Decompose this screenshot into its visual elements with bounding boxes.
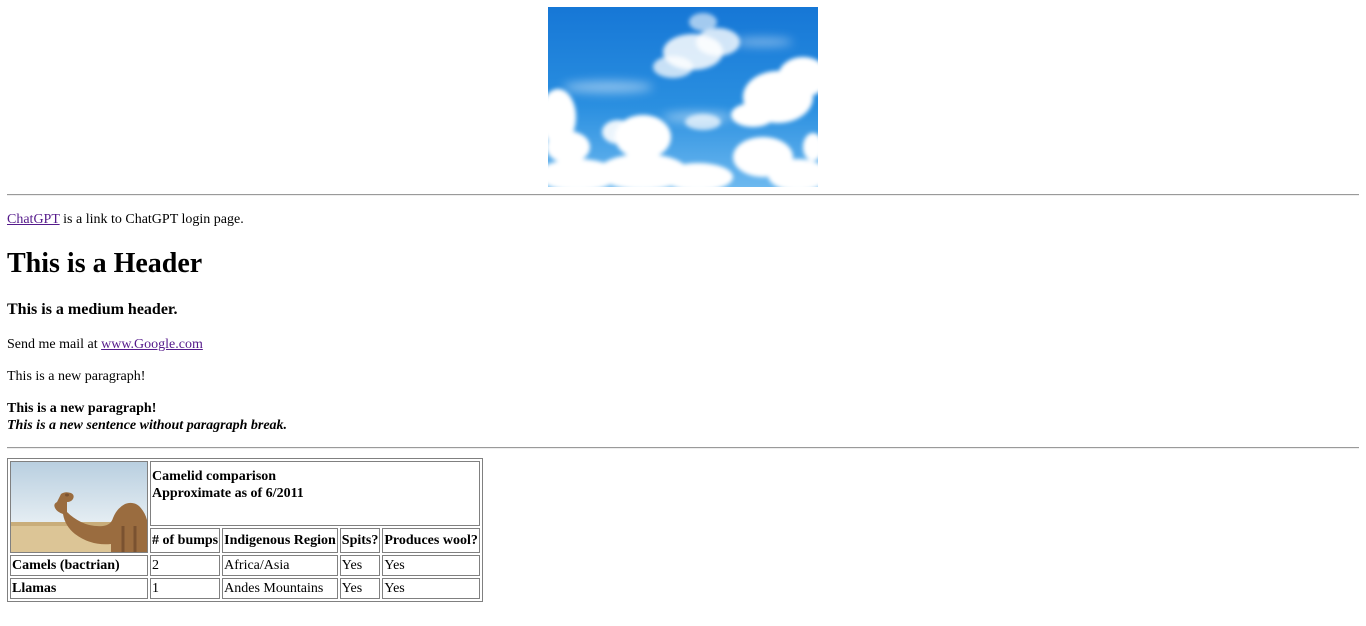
horizontal-rule xyxy=(7,194,1359,196)
table-row: Llamas 1 Andes Mountains Yes Yes xyxy=(10,578,480,599)
mail-paragraph: Send me mail at www.Google.com xyxy=(7,337,203,353)
camel-image xyxy=(11,462,147,552)
chatgpt-line: ChatGPT is a link to ChatGPT login page. xyxy=(7,212,244,228)
column-header: Spits? xyxy=(339,528,381,553)
table-cell: 1 xyxy=(150,578,221,599)
table-cell: 2 xyxy=(150,555,221,576)
table-cell: Yes xyxy=(382,578,480,599)
column-header: Produces wool? xyxy=(382,528,480,553)
column-header: Indigenous Region xyxy=(222,528,338,553)
caption-line-1: Camelid comparison xyxy=(152,469,277,485)
camelid-table: Camelid comparison Approximate as of 6/2… xyxy=(7,458,483,602)
table-header-row-1: Camelid comparison Approximate as of 6/2… xyxy=(10,461,480,553)
bold-paragraph: This is a new paragraph! This is a new s… xyxy=(7,400,287,434)
page: ChatGPT is a link to ChatGPT login page.… xyxy=(7,7,1359,602)
column-header: # of bumps xyxy=(150,528,221,553)
page-header: This is a Header xyxy=(7,248,203,279)
row-header: Llamas xyxy=(10,578,148,599)
table-cell: Yes xyxy=(382,555,480,576)
chatgpt-link[interactable]: ChatGPT xyxy=(7,212,60,227)
camel-image-cell xyxy=(10,461,148,553)
row-header: Camels (bactrian) xyxy=(10,555,148,576)
google-link[interactable]: www.Google.com xyxy=(101,337,203,352)
new-paragraph: This is a new paragraph! xyxy=(7,369,146,384)
caption-line-2: Approximate as of 6/2011 xyxy=(152,486,304,502)
table-cell: Yes xyxy=(339,555,381,576)
table-cell: Andes Mountains xyxy=(222,578,338,599)
table-caption: Camelid comparison Approximate as of 6/2… xyxy=(150,461,480,527)
bold-paragraph-text: This is a new paragraph! xyxy=(7,401,157,416)
table-row: Camels (bactrian) 2 Africa/Asia Yes Yes xyxy=(10,555,480,576)
hero xyxy=(7,7,1359,187)
medium-header: This is a medium header. xyxy=(7,301,178,318)
italic-sentence: This is a new sentence without paragraph… xyxy=(7,418,288,433)
chatgpt-line-text: is a link to ChatGPT login page. xyxy=(59,212,244,227)
table-cell: Yes xyxy=(339,578,381,599)
table-cell: Africa/Asia xyxy=(222,555,338,576)
mail-prefix: Send me mail at xyxy=(7,337,102,352)
horizontal-rule xyxy=(7,447,1359,449)
sky-clouds-image xyxy=(548,7,818,187)
